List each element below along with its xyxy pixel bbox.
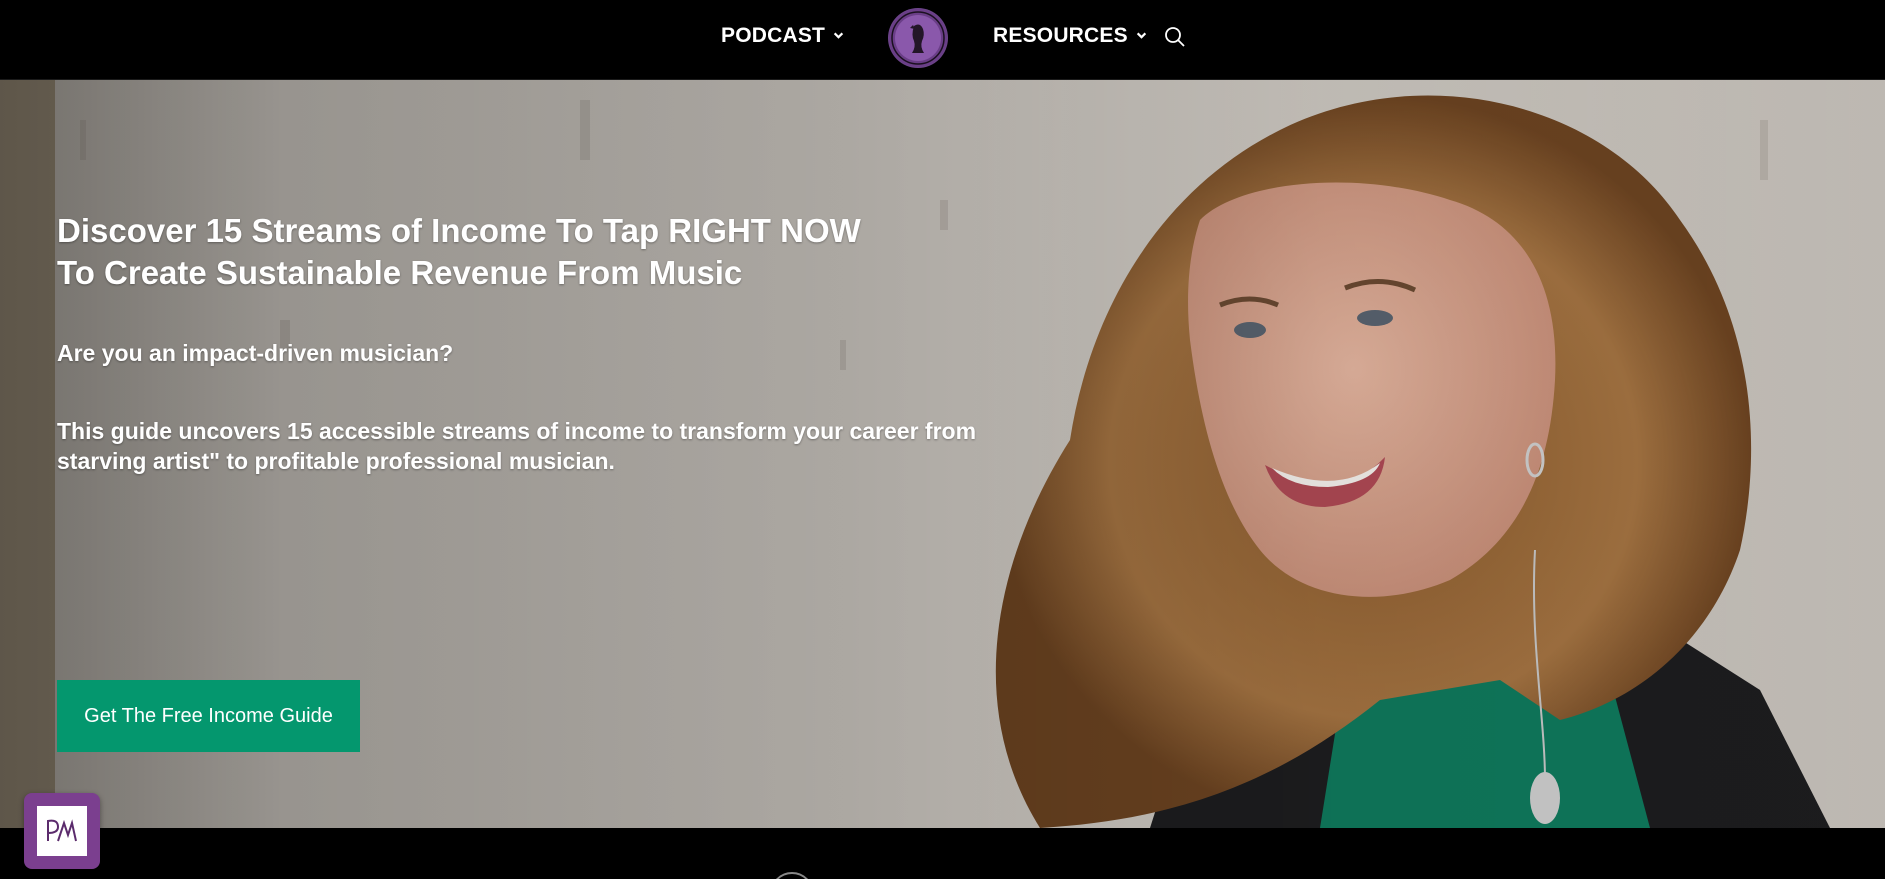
hero-section: Discover 15 Streams of Income To Tap RIG… — [0, 80, 1885, 828]
podcast-logo-icon[interactable] — [888, 7, 948, 68]
hero-question: Are you an impact-driven musician? — [57, 340, 454, 366]
brand-monogram-icon — [37, 806, 87, 856]
nav-resources[interactable]: RESOURCES — [993, 24, 1147, 48]
logo-graphic — [889, 8, 947, 67]
hero-title: Discover 15 Streams of Income To Tap RIG… — [57, 212, 861, 291]
chevron-down-icon — [833, 32, 844, 39]
hero-content: Discover 15 Streams of Income To Tap RIG… — [57, 210, 1037, 476]
floating-brand-badge[interactable] — [24, 793, 100, 869]
nav-podcast-label: PODCAST — [721, 23, 826, 47]
get-free-income-guide-button[interactable]: Get The Free Income Guide — [57, 680, 360, 752]
next-section-strip — [0, 828, 1885, 879]
monogram-graphic — [47, 819, 77, 842]
chevron-down-icon — [1136, 32, 1146, 39]
nav-podcast[interactable]: PODCAST — [721, 24, 844, 48]
nav-resources-label: RESOURCES — [993, 23, 1128, 47]
nav-inner: PODCAST RESOURCES — [0, 0, 1885, 80]
top-navigation: PODCAST RESOURCES — [0, 0, 1885, 80]
search-icon[interactable] — [1163, 25, 1187, 49]
hero-description: This guide uncovers 15 accessible stream… — [57, 418, 977, 474]
